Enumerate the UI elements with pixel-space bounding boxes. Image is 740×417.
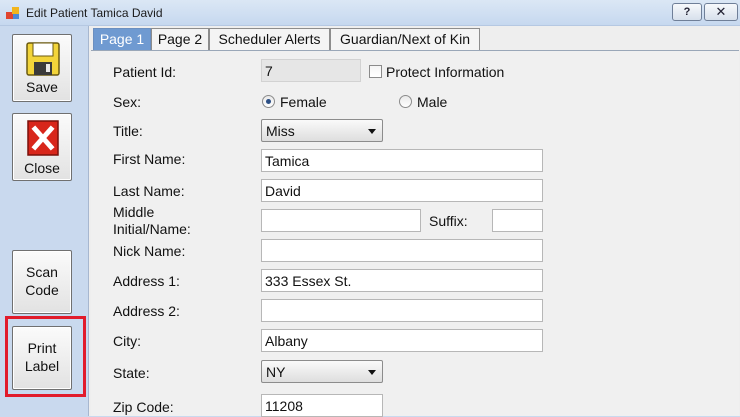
save-label: Save — [26, 79, 58, 95]
title-select[interactable]: Miss — [261, 119, 383, 142]
address-1-label: Address 1: — [113, 273, 180, 289]
tab-page-1[interactable]: Page 1 — [93, 28, 151, 50]
city-label: City: — [113, 333, 141, 349]
close-button[interactable]: Close — [12, 113, 72, 181]
save-button[interactable]: Save — [12, 34, 72, 102]
first-name-label: First Name: — [113, 151, 186, 167]
address-1-field[interactable]: 333 Essex St. — [261, 269, 543, 292]
tab-page-2[interactable]: Page 2 — [151, 28, 209, 50]
zip-code-field[interactable]: 11208 — [261, 394, 383, 417]
state-select-value: NY — [266, 364, 286, 380]
city-field[interactable]: Albany — [261, 329, 543, 352]
scan-code-button[interactable]: Scan Code — [12, 250, 72, 314]
middle-name-field[interactable] — [261, 209, 421, 232]
title-bar: Edit Patient Tamica David ? ✕ — [0, 0, 740, 26]
window-title: Edit Patient Tamica David — [26, 6, 163, 20]
sex-male-label: Male — [417, 94, 448, 110]
sex-female-label: Female — [280, 94, 327, 110]
middle-label-line1: Middle — [113, 204, 155, 220]
tab-guardian-next-of-kin[interactable]: Guardian/Next of Kin — [330, 28, 480, 50]
zip-code-label: Zip Code: — [113, 399, 174, 415]
tool-panel: Save Close Scan Code Print Label — [0, 26, 88, 416]
scan-code-label-line1: Scan — [26, 264, 58, 280]
app-icon — [6, 7, 19, 19]
protect-information-checkbox[interactable] — [369, 65, 382, 78]
scan-code-label-line2: Code — [25, 282, 59, 298]
sex-label: Sex: — [113, 94, 142, 110]
red-x-icon — [27, 120, 59, 156]
floppy-disk-icon — [26, 42, 60, 76]
close-label: Close — [24, 160, 60, 176]
state-select[interactable]: NY — [261, 360, 383, 383]
nick-name-field[interactable] — [261, 239, 543, 262]
patient-form: Patient Id: 7 Protect Information Sex: F… — [91, 50, 739, 417]
last-name-label: Last Name: — [113, 183, 185, 199]
window-close-button[interactable]: ✕ — [704, 3, 738, 21]
patient-id-field: 7 — [261, 59, 361, 82]
state-label: State: — [113, 365, 150, 381]
suffix-label: Suffix: — [429, 213, 468, 229]
protect-information-label: Protect Information — [386, 64, 505, 80]
address-2-field[interactable] — [261, 299, 543, 322]
sex-female-radio[interactable] — [262, 95, 275, 108]
address-2-label: Address 2: — [113, 303, 180, 319]
chevron-down-icon — [368, 370, 376, 375]
last-name-field[interactable]: David — [261, 179, 543, 202]
highlight-box — [5, 316, 86, 397]
nick-name-label: Nick Name: — [113, 243, 186, 259]
suffix-field[interactable] — [492, 209, 543, 232]
title-select-value: Miss — [266, 123, 295, 139]
first-name-field[interactable]: Tamica — [261, 149, 543, 172]
middle-label-line2: Initial/Name: — [113, 221, 191, 237]
title-label: Title: — [113, 123, 143, 139]
chevron-down-icon — [368, 129, 376, 134]
help-button[interactable]: ? — [672, 3, 702, 21]
patient-id-label: Patient Id: — [113, 64, 177, 80]
tab-scheduler-alerts[interactable]: Scheduler Alerts — [209, 28, 330, 50]
sex-male-radio[interactable] — [399, 95, 412, 108]
scan-code-label: Scan Code — [13, 263, 71, 299]
middle-label: Middle Initial/Name: — [113, 204, 191, 238]
main-content: Page 1 Page 2 Scheduler Alerts Guardian/… — [88, 26, 740, 417]
